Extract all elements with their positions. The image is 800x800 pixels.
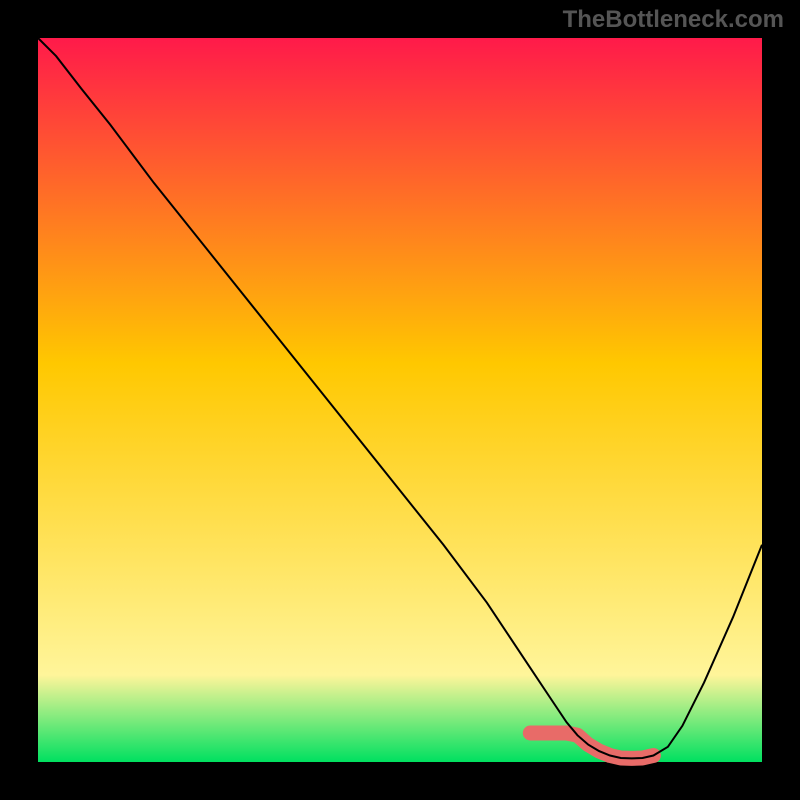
attribution-watermark: TheBottleneck.com xyxy=(563,6,784,34)
chart-container: { "attribution": "TheBottleneck.com", "c… xyxy=(0,0,800,800)
plot-background xyxy=(38,38,762,762)
bottleneck-chart xyxy=(0,0,800,800)
